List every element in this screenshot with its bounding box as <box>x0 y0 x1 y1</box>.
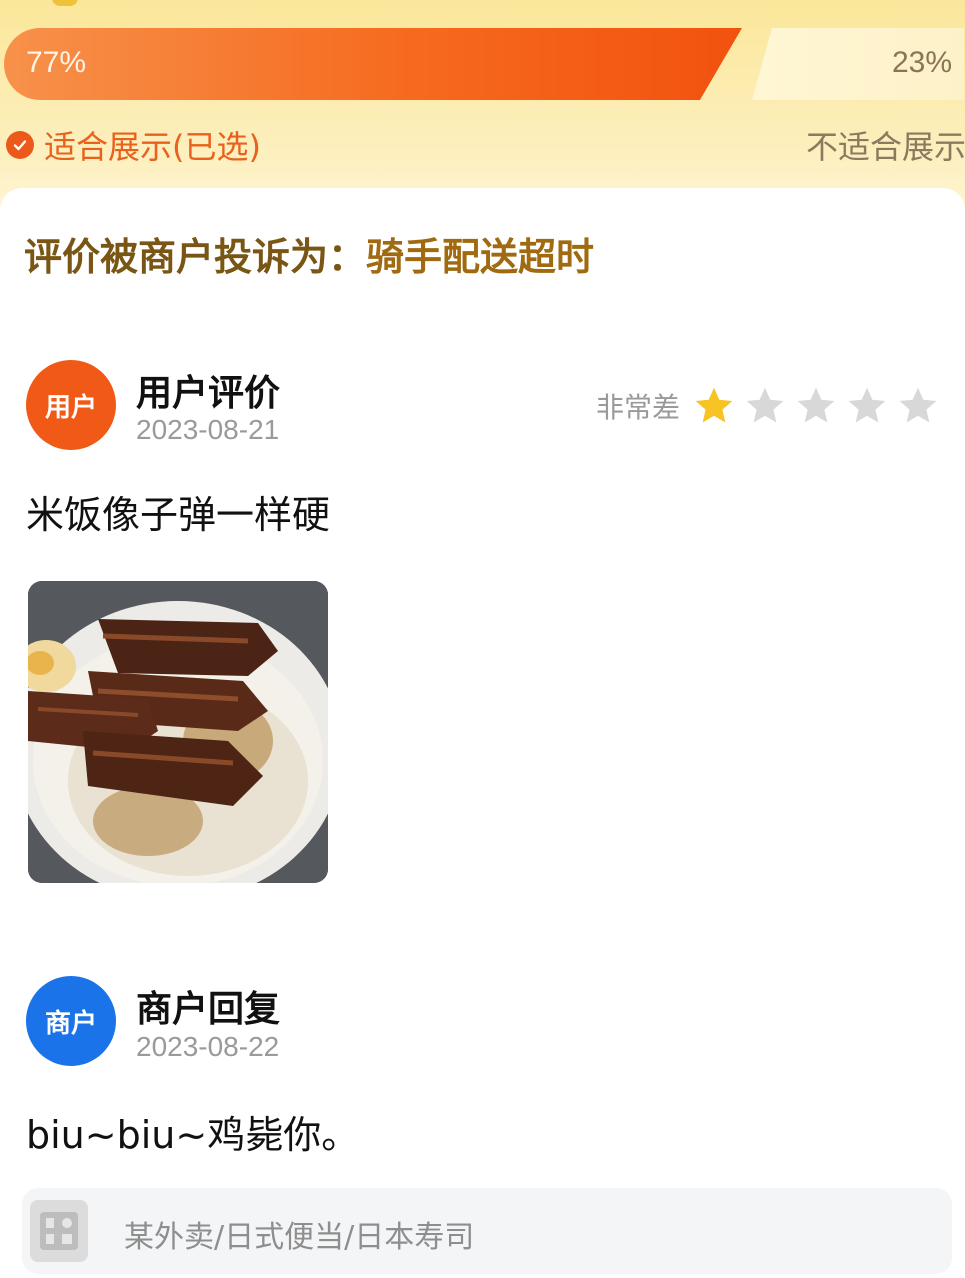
complaint-prefix: 评价被商户投诉为： <box>24 235 367 279</box>
option-suitable[interactable]: 适合展示(已选) <box>6 122 261 168</box>
user-avatar-label: 用户 <box>44 392 97 423</box>
vote-unsuitable-fill[interactable]: 23% <box>752 28 964 100</box>
option-unsuitable-label: 不适合展示 <box>806 128 965 166</box>
complaint-reason: 骑手配送超时 <box>366 235 595 279</box>
complaint-notice: 评价被商户投诉为：骑手配送超时 <box>24 226 594 281</box>
merchant-reply-date: 2023-08-22 <box>136 1031 280 1062</box>
rice-bowl-photo-image <box>28 581 328 883</box>
star-icon <box>848 387 886 423</box>
star-icon <box>695 387 733 423</box>
star-icon <box>899 387 937 423</box>
check-icon <box>6 131 34 159</box>
suitable-percent: 77% <box>26 46 87 79</box>
review-photo[interactable] <box>28 581 328 883</box>
vote-bar: 77% 23% <box>4 28 964 100</box>
merchant-reply-text: biu~biu~鸡毙你。 <box>26 1113 360 1157</box>
option-suitable-label: 适合展示(已选) <box>44 128 261 166</box>
vote-suitable-fill[interactable]: 77% <box>4 28 742 100</box>
user-review-text: 米饭像子弹一样硬 <box>26 493 331 537</box>
shop-text: 某外卖/日式便当/日本寿司 <box>124 1220 475 1255</box>
merchant-avatar-label: 商户 <box>44 1008 97 1039</box>
user-review-date: 2023-08-21 <box>136 414 280 445</box>
option-unsuitable[interactable]: 不适合展示 <box>806 122 965 168</box>
rating-label: 非常差 <box>596 391 681 424</box>
merchant-avatar: 商户 <box>26 976 116 1066</box>
merchant-reply-title: 商户回复 <box>136 989 281 1030</box>
shop-icon <box>30 1200 88 1262</box>
rating: 非常差 <box>596 384 947 428</box>
star-icon <box>746 387 784 423</box>
unsuitable-percent: 23% <box>891 46 952 79</box>
user-review-title: 用户评价 <box>136 373 281 414</box>
top-decoration <box>52 0 78 6</box>
star-icon <box>797 387 835 423</box>
user-avatar: 用户 <box>26 360 116 450</box>
shop-link[interactable]: 某外卖/日式便当/日本寿司 <box>22 1188 952 1274</box>
